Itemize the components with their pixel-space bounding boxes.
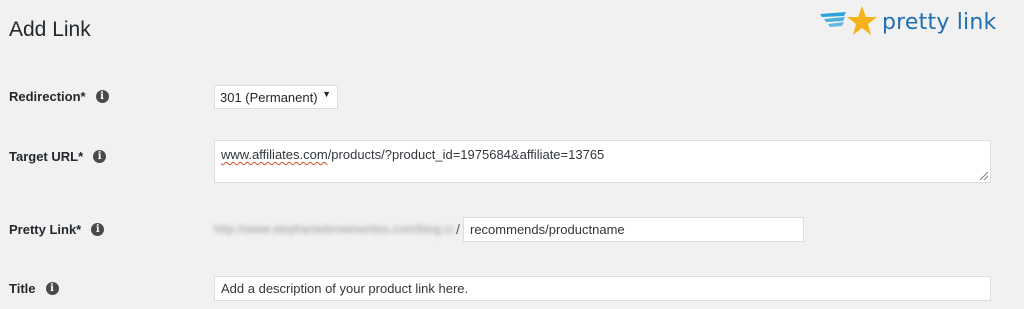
pretty-link-separator: / [456,221,460,237]
page-title: Add Link [9,18,91,41]
target-url-textarea[interactable]: www.affiliates.com/products/?product_id=… [214,140,991,183]
info-icon[interactable]: i [91,223,105,236]
title-label-row: Title i [9,281,59,296]
target-url-label-row: Target URL* i [9,149,107,164]
redirection-select[interactable]: 301 (Permanent) ▼ [214,85,338,109]
title-value: Add a description of your product link h… [221,281,469,296]
pretty-link-domain: http://www.stephaniebrownwrites.com/blog… [214,222,454,236]
logo-text: pretty link [882,9,997,35]
star-wing-icon [820,6,877,35]
info-icon[interactable]: i [93,150,107,163]
pretty-link-label: Pretty Link* [9,222,82,237]
resize-handle[interactable] [980,172,988,180]
pretty-link-slug-value: recommends/productname [470,222,625,237]
pretty-link-slug-input[interactable]: recommends/productname [463,217,804,242]
title-input[interactable]: Add a description of your product link h… [214,276,991,301]
pretty-link-logo: pretty link [818,4,1013,40]
redirection-label-row: Redirection* i [9,89,109,104]
target-url-label: Target URL* [9,149,84,164]
info-icon[interactable]: i [45,282,59,295]
pretty-link-label-row: Pretty Link* i [9,222,105,237]
info-icon[interactable]: i [95,90,109,103]
target-url-domain: www.affiliates.com [221,147,328,162]
caret-down-icon: ▼ [322,89,331,99]
target-url-path: /products/?product_id=1975684&affiliate=… [327,147,605,162]
title-label: Title [9,281,36,296]
redirection-value: 301 (Permanent) [220,89,318,105]
redirection-label: Redirection* [9,89,86,104]
